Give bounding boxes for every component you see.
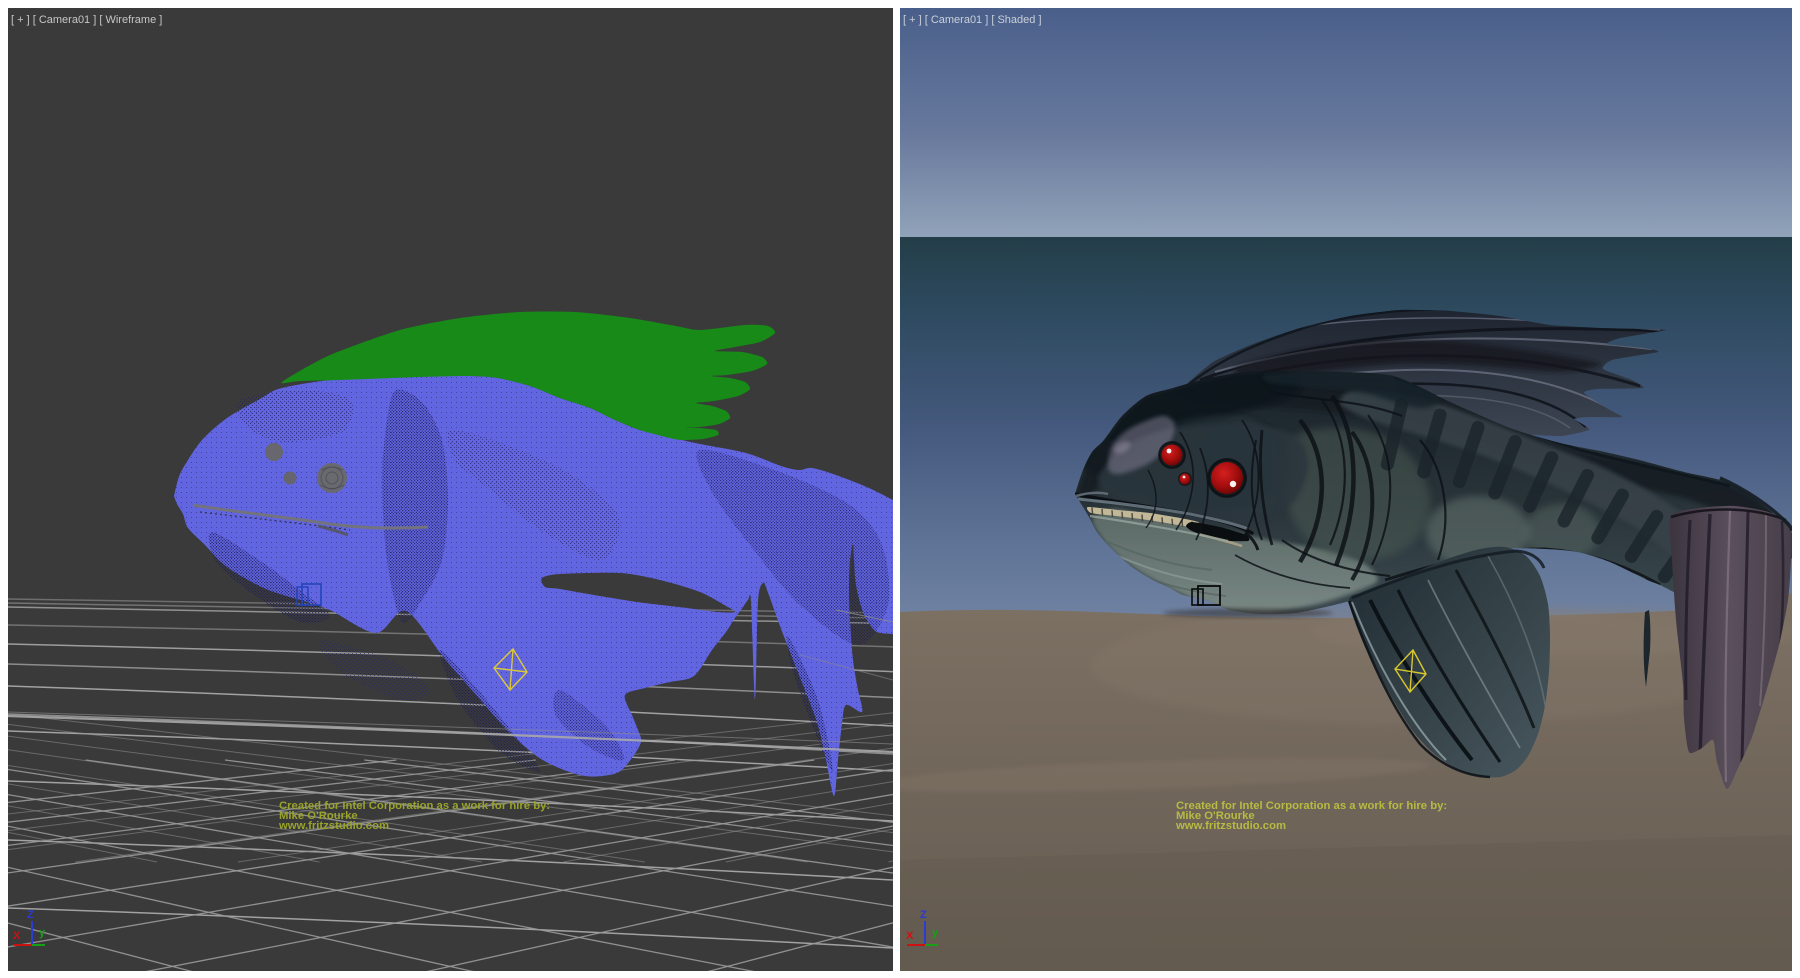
svg-text:Z: Z	[920, 909, 927, 921]
svg-text:www.fritzstudio.com: www.fritzstudio.com	[278, 820, 389, 832]
svg-text:Z: Z	[27, 909, 34, 921]
svg-text:y: y	[39, 927, 46, 939]
svg-text:[ + ] [ Camera01 ] [ Shaded ]: [ + ] [ Camera01 ] [ Shaded ]	[903, 14, 1042, 26]
svg-text:[ + ] [ Camera01 ] [ Wireframe: [ + ] [ Camera01 ] [ Wireframe ]	[11, 14, 162, 26]
svg-text:X: X	[13, 930, 21, 942]
svg-text:www.fritzstudio.com: www.fritzstudio.com	[1175, 820, 1286, 832]
svg-text:y: y	[932, 927, 939, 939]
svg-text:X: X	[906, 930, 914, 942]
